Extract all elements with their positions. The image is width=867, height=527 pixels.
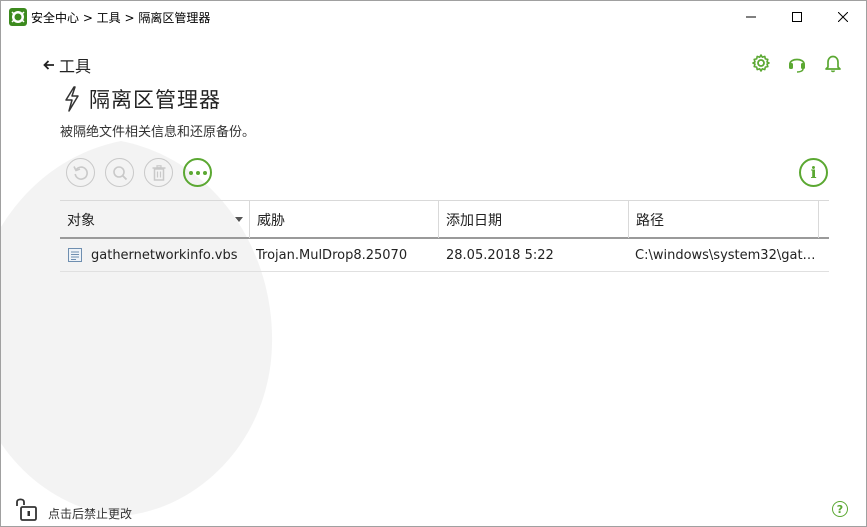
gear-icon[interactable] <box>751 53 771 73</box>
app-window: 安全中心 > 工具 > 隔离区管理器 工具 隔离区管理器 被隔绝文件相关信息和还… <box>0 0 867 527</box>
column-header-path[interactable]: 路径 <box>629 201 819 238</box>
script-file-icon <box>68 248 82 262</box>
lock-settings-toggle[interactable]: 点击后禁止更改 <box>14 495 132 522</box>
back-link[interactable]: 工具 <box>43 53 91 77</box>
close-button[interactable] <box>820 1 866 32</box>
info-icon: i <box>810 162 817 182</box>
lock-label: 点击后禁止更改 <box>48 507 133 521</box>
restore-icon <box>72 165 88 180</box>
arrow-left-icon <box>43 60 54 70</box>
app-logo-icon <box>9 8 27 26</box>
column-header-threat[interactable]: 威胁 <box>250 201 439 238</box>
more-dots-icon <box>188 170 207 175</box>
title-bar: 安全中心 > 工具 > 隔离区管理器 <box>1 1 866 32</box>
column-header-object[interactable]: 对象 <box>60 201 250 238</box>
page-title-row: 隔离区管理器 <box>63 84 221 114</box>
page-title: 隔离区管理器 <box>89 88 221 112</box>
cell-threat: Trojan.MulDrop8.25070 <box>256 247 408 263</box>
cell-object: gathernetworkinfo.vbs <box>60 247 250 263</box>
quarantine-table: 对象 威胁 添加日期 路径 gathernetworkinfo.vbs Troj… <box>60 200 829 272</box>
back-label: 工具 <box>59 57 92 76</box>
sort-arrow-icon <box>235 217 243 222</box>
maximize-button[interactable] <box>774 1 820 32</box>
lightning-icon <box>65 86 79 112</box>
delete-button[interactable] <box>144 158 173 187</box>
search-icon <box>112 165 127 180</box>
column-header-date[interactable]: 添加日期 <box>439 201 629 238</box>
table-row[interactable]: gathernetworkinfo.vbs Trojan.MulDrop8.25… <box>60 239 829 272</box>
unlocked-padlock-icon <box>16 497 37 521</box>
page-description: 被隔绝文件相关信息和还原备份。 <box>60 125 256 140</box>
cell-date: 28.05.2018 5:22 <box>446 247 554 263</box>
headset-icon[interactable] <box>787 53 807 73</box>
restore-button[interactable] <box>66 158 95 187</box>
minimize-icon <box>746 16 756 17</box>
help-icon[interactable]: ? <box>832 501 848 517</box>
close-icon <box>838 11 848 22</box>
cell-path: C:\windows\system32\gath... <box>635 247 819 263</box>
table-header: 对象 威胁 添加日期 路径 <box>60 200 829 239</box>
window-title: 安全中心 > 工具 > 隔离区管理器 <box>31 11 211 25</box>
trash-icon <box>152 164 165 181</box>
maximize-icon <box>792 11 802 22</box>
scan-button[interactable] <box>105 158 134 187</box>
info-button[interactable]: i <box>799 158 828 187</box>
bell-icon[interactable] <box>823 53 843 73</box>
minimize-button[interactable] <box>728 1 774 32</box>
more-options-button[interactable] <box>183 158 212 187</box>
